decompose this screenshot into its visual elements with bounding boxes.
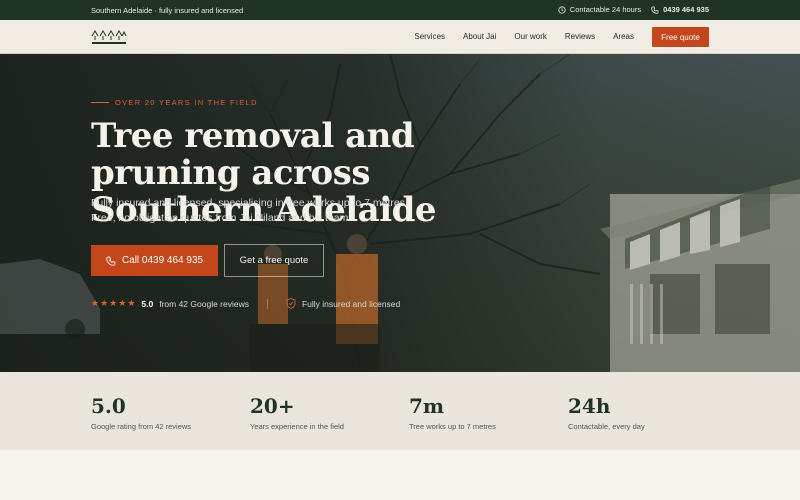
star-rating: ★ ★ ★ ★ ★ xyxy=(91,298,135,309)
rating-text: from 42 Google reviews xyxy=(159,298,249,309)
stat-label: Google rating from 42 reviews xyxy=(91,422,192,431)
clock-icon xyxy=(558,5,566,14)
nav-link-about[interactable]: About Jai xyxy=(463,32,496,41)
nav-link-reviews[interactable]: Reviews xyxy=(565,32,595,41)
hero-eyebrow-text: OVER 20 YEARS IN THE FIELD xyxy=(115,98,258,107)
phone-icon xyxy=(106,256,116,266)
stat-height: 7m Tree works up to 7 metres xyxy=(409,394,496,431)
star-icon: ★ xyxy=(127,298,136,308)
eyebrow-divider xyxy=(91,102,109,103)
location-text: Southern Adelaide · fully insured and li… xyxy=(91,6,244,15)
star-icon: ★ xyxy=(91,298,100,308)
rating-row: ★ ★ ★ ★ ★ 5.0 from 42 Google reviews Fully i… xyxy=(91,298,400,309)
topbar-phone-number: 0439 464 935 xyxy=(663,5,709,14)
star-icon: ★ xyxy=(109,298,118,308)
shield-check-icon xyxy=(286,298,296,309)
hero-lead: Fully insured and licensed, specialising… xyxy=(91,197,408,224)
stats-band: 5.0 Google rating from 42 reviews 20+ Ye… xyxy=(0,372,800,450)
hero-section: OVER 20 YEARS IN THE FIELD Tree removal … xyxy=(0,54,800,372)
nav-link-our-work[interactable]: Our work xyxy=(514,32,546,41)
stat-value: 24h xyxy=(568,394,611,418)
get-free-quote-button[interactable]: Get a free quote xyxy=(224,244,324,277)
logo[interactable] xyxy=(91,28,127,46)
star-icon: ★ xyxy=(118,298,127,308)
call-button-label: Call 0439 464 935 xyxy=(121,255,204,266)
star-icon: ★ xyxy=(100,298,109,308)
stat-value: 20+ xyxy=(250,394,295,418)
call-button[interactable]: Call 0439 464 935 xyxy=(91,245,218,276)
stat-label: Tree works up to 7 metres xyxy=(409,422,496,431)
free-quote-button[interactable]: Free quote xyxy=(652,27,709,47)
phone-icon xyxy=(651,5,659,14)
topbar-phone-link[interactable]: 0439 464 935 xyxy=(651,5,709,14)
nav-link-areas[interactable]: Areas xyxy=(613,32,634,41)
stat-value: 7m xyxy=(409,394,445,418)
rating-score: 5.0 xyxy=(141,298,154,309)
stat-value: 5.0 xyxy=(91,394,126,418)
stat-experience: 20+ Years experience in the field xyxy=(250,394,344,431)
next-section xyxy=(0,450,800,500)
top-bar: Southern Adelaide · fully insured and li… xyxy=(0,0,800,20)
stat-availability: 24h Contactable, every day xyxy=(568,394,645,431)
nav-link-services[interactable]: Services xyxy=(414,32,445,41)
availability-text: Contactable 24 hours xyxy=(569,5,642,14)
availability: Contactable 24 hours xyxy=(558,5,641,14)
stat-label: Years experience in the field xyxy=(250,422,344,431)
stat-label: Contactable, every day xyxy=(568,422,645,431)
main-nav: Services About Jai Our work Reviews Area… xyxy=(0,20,800,54)
stat-rating: 5.0 Google rating from 42 reviews xyxy=(91,394,191,431)
insured-text: Fully insured and licensed xyxy=(301,298,401,309)
hero-eyebrow: OVER 20 YEARS IN THE FIELD xyxy=(91,98,258,107)
rating-separator xyxy=(266,298,268,309)
